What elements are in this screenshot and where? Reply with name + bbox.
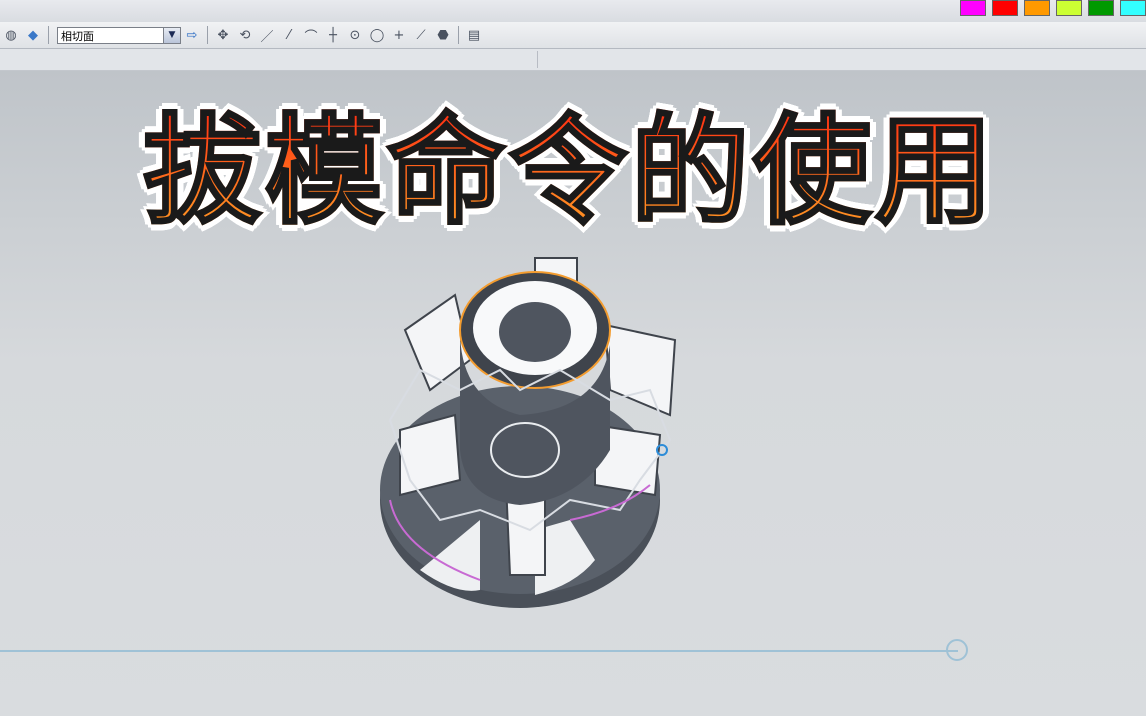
line-icon[interactable]: ／ (258, 26, 276, 45)
color-swatch-orange[interactable] (1024, 0, 1050, 16)
circle-icon[interactable]: ◯ (368, 26, 386, 44)
rotate-icon[interactable]: ⟲ (236, 26, 254, 44)
title-strip (0, 0, 1146, 23)
move-icon[interactable]: ✥ (214, 26, 232, 44)
blade-upper-right (603, 323, 677, 417)
property-strip (0, 49, 1146, 71)
render-style-icon[interactable]: ◍ (2, 26, 20, 44)
toolbar-separator (458, 26, 459, 44)
shaded-cube-icon[interactable]: ◆ (24, 26, 42, 44)
crosshair-icon[interactable]: ┼ (324, 26, 342, 44)
strip-divider (537, 51, 538, 68)
timeline-track (0, 650, 958, 652)
curve-icon[interactable]: ⌒ (302, 26, 320, 45)
color-swatch-green[interactable] (1088, 0, 1114, 16)
color-swatch-cyan[interactable] (1120, 0, 1146, 16)
video-title-text: 拔模命令的使用 (141, 75, 997, 246)
video-title: 拔模命令的使用 (70, 85, 1070, 241)
line2-icon[interactable]: ⁄ (280, 26, 298, 44)
color-palette (960, 0, 1146, 18)
gear-model[interactable] (360, 250, 690, 620)
toolbar-separator (207, 26, 208, 44)
circle-center-icon[interactable]: ⊙ (346, 26, 364, 44)
color-swatch-lime[interactable] (1056, 0, 1082, 16)
section-type-value: 相切面 (61, 29, 94, 43)
hub-bore (499, 302, 571, 362)
blade-left (399, 413, 462, 497)
apply-arrow-icon[interactable]: ⇨ (183, 26, 201, 44)
toolbar-separator (48, 26, 49, 44)
timeline-knob[interactable] (946, 639, 968, 661)
color-swatch-magenta[interactable] (960, 0, 986, 16)
shape-icon[interactable]: ⬣ (434, 26, 452, 44)
color-swatch-red[interactable] (992, 0, 1018, 16)
diagonal-icon[interactable]: ⟋ (412, 26, 430, 44)
section-type-select[interactable]: 相切面 ▼ (57, 26, 181, 44)
page-icon[interactable]: ▤ (465, 26, 483, 44)
toolbar: ◍ ◆ 相切面 ▼ ⇨ ✥ ⟲ ／ ⁄ ⌒ ┼ ⊙ ◯ + ⟋ ⬣ ▤ (0, 22, 1146, 49)
combo-arrow-icon[interactable]: ▼ (163, 27, 180, 43)
plus-icon[interactable]: + (390, 26, 408, 44)
